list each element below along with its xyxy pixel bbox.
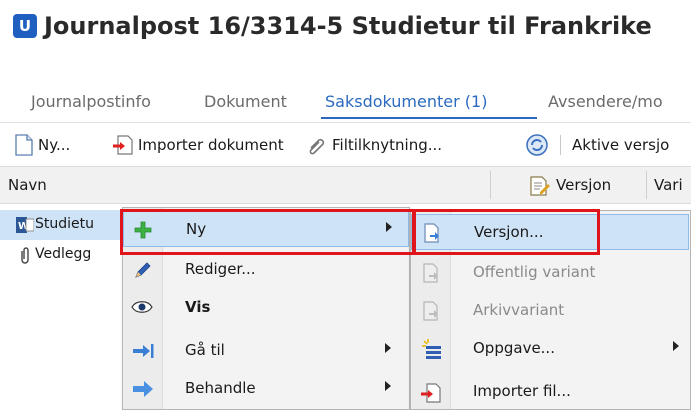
tab-dokument[interactable]: Dokument bbox=[204, 86, 287, 118]
public-variant-icon bbox=[421, 263, 441, 287]
edit-document-icon bbox=[528, 175, 550, 201]
archive-variant-icon bbox=[421, 301, 441, 325]
tab-saksdokumenter[interactable]: Saksdokumenter (1) bbox=[325, 86, 487, 118]
toolbar: Ny... Importer dokument Filtilknytning..… bbox=[0, 122, 691, 166]
menu-item-ga-til[interactable]: Gå til bbox=[123, 333, 409, 369]
eye-icon bbox=[131, 299, 153, 319]
window-title: Journalpost 16/3314-5 Studietur til Fran… bbox=[44, 12, 652, 40]
new-document-icon[interactable] bbox=[14, 134, 34, 160]
menu-item-label: Gå til bbox=[185, 341, 225, 359]
paperclip-link-icon[interactable] bbox=[306, 134, 328, 160]
process-arrow-icon bbox=[132, 379, 154, 403]
menu-item-behandle[interactable]: Behandle bbox=[123, 371, 409, 407]
active-versions-button[interactable]: Aktive versjo bbox=[572, 131, 669, 159]
submenu-arrow-icon bbox=[673, 341, 679, 351]
new-button[interactable]: Ny... bbox=[38, 131, 70, 159]
row-label: Studietu bbox=[35, 216, 95, 232]
menu-item-label: Behandle bbox=[185, 379, 256, 397]
submenu-arrow-icon bbox=[385, 343, 391, 353]
menu-item-label: Importer fil... bbox=[473, 382, 571, 400]
word-document-icon: W bbox=[16, 217, 35, 237]
file-link-button[interactable]: Filtilknytning... bbox=[332, 131, 442, 159]
column-divider bbox=[646, 171, 647, 199]
tab-avsendere[interactable]: Avsendere/mo bbox=[548, 86, 663, 118]
menu-item-label: Offentlig variant bbox=[473, 263, 596, 281]
refresh-icon[interactable] bbox=[525, 133, 549, 161]
app-logo-icon: U bbox=[13, 14, 37, 38]
tab-journalpostinfo[interactable]: Journalpostinfo bbox=[31, 86, 151, 118]
menu-item-label: Rediger... bbox=[185, 260, 256, 278]
tab-bar: Journalpostinfo Dokument Saksdokumenter … bbox=[0, 86, 691, 120]
column-version-header[interactable]: Versjon bbox=[556, 176, 611, 194]
import-document-icon[interactable] bbox=[112, 134, 134, 160]
menu-item-vis[interactable]: Vis bbox=[123, 290, 409, 326]
task-icon bbox=[420, 338, 442, 364]
menu-item-label: Vis bbox=[185, 298, 211, 316]
column-variant-header[interactable]: Vari bbox=[654, 176, 683, 194]
paperclip-icon bbox=[18, 246, 32, 268]
menu-item-label: Oppgave... bbox=[473, 339, 555, 357]
submenu-item-offentlig-variant[interactable]: Offentlig variant bbox=[411, 255, 689, 291]
active-tab-indicator bbox=[321, 117, 537, 119]
highlight-callout-versjon bbox=[412, 209, 600, 255]
submenu-item-importer-fil[interactable]: Importer fil... bbox=[411, 374, 689, 410]
row-label: Vedlegg bbox=[35, 246, 92, 262]
column-name-header[interactable]: Navn bbox=[8, 176, 47, 194]
toolbar-divider bbox=[560, 135, 561, 155]
import-file-icon bbox=[420, 382, 442, 408]
submenu-item-arkivvariant[interactable]: Arkivvariant bbox=[411, 293, 689, 329]
submenu-item-oppgave[interactable]: Oppgave... bbox=[411, 331, 689, 367]
goto-arrow-icon bbox=[132, 341, 154, 365]
menu-item-rediger[interactable]: Rediger... bbox=[123, 252, 409, 288]
title-bar: U Journalpost 16/3314-5 Studietur til Fr… bbox=[0, 0, 691, 66]
menu-item-label: Arkivvariant bbox=[473, 301, 565, 319]
pencil-icon bbox=[133, 260, 153, 284]
grid-header: Navn Versjon Vari bbox=[0, 166, 691, 204]
highlight-callout-ny bbox=[120, 209, 416, 255]
column-divider bbox=[490, 171, 491, 199]
import-document-button[interactable]: Importer dokument bbox=[138, 131, 284, 159]
submenu-arrow-icon bbox=[385, 381, 391, 391]
